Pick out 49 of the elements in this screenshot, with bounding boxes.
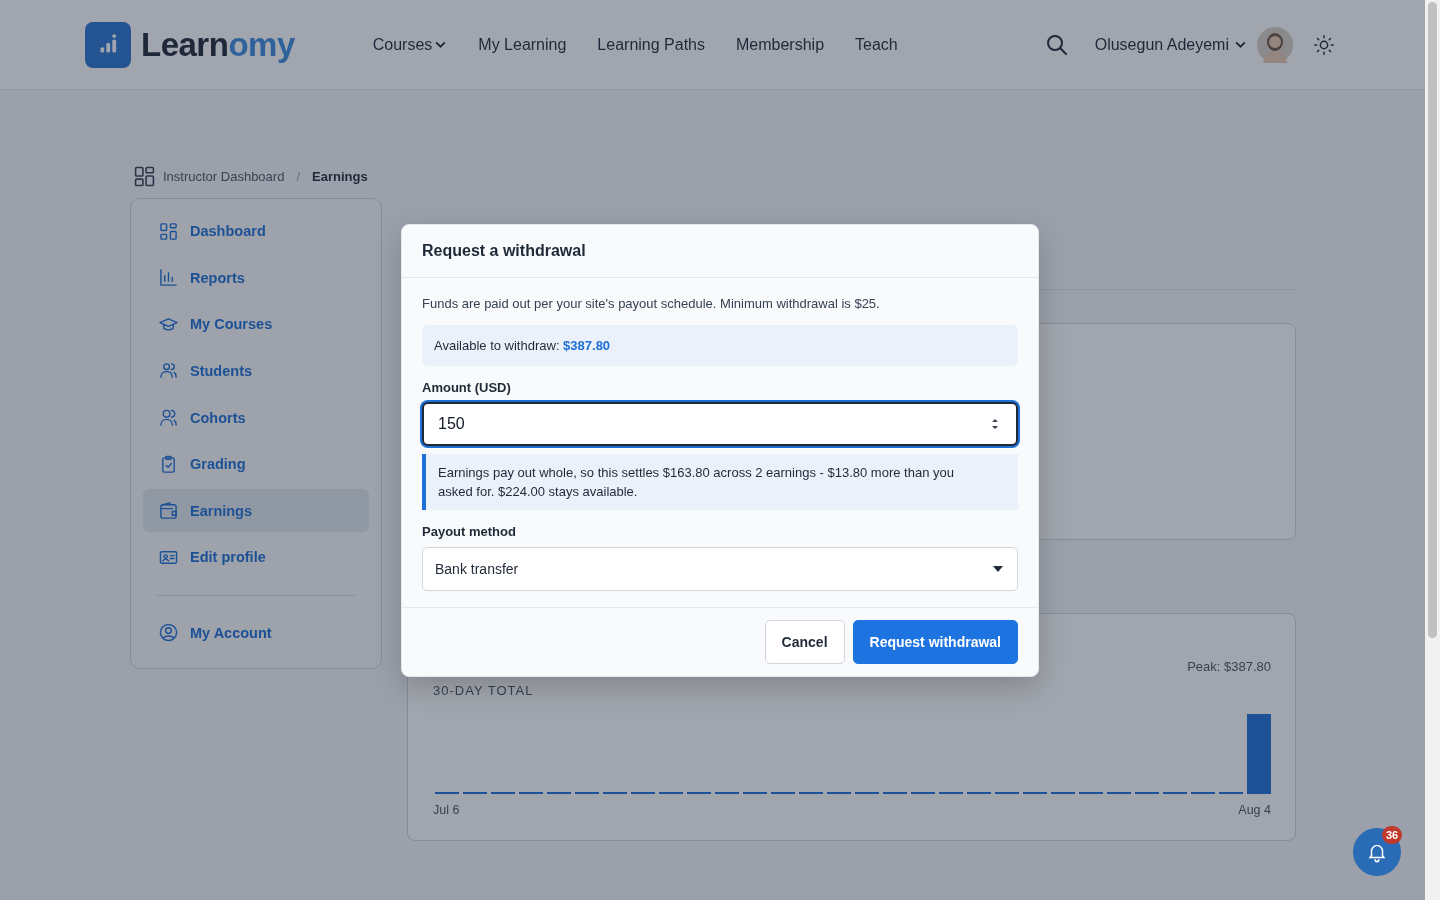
spinner-icon[interactable] — [990, 416, 1000, 432]
bar-chart-icon — [159, 268, 178, 288]
amount-input[interactable]: 150 — [422, 402, 1018, 446]
sidebar-item[interactable]: Dashboard — [143, 210, 369, 253]
breadcrumb-separator: / — [296, 168, 301, 184]
search-icon[interactable] — [1044, 32, 1069, 57]
info-note: Earnings pay out whole, so this settles $163.80 across 2 earnings - $13.80 more than you asked for. $224.00 stays available. — [422, 454, 1018, 510]
sidebar-item[interactable]: Grading — [143, 442, 369, 486]
field-label: Payout method — [422, 524, 517, 539]
people-icon — [159, 361, 178, 381]
date-label: Aug 4 — [1238, 803, 1271, 817]
notification-count: 36 — [1382, 826, 1402, 844]
sidebar-item[interactable]: Students — [143, 349, 369, 393]
clipboard-icon — [159, 454, 178, 474]
sidebar-item[interactable]: My Courses — [143, 303, 369, 346]
date-label: Jul 6 — [433, 803, 460, 817]
caret-icon — [993, 566, 1003, 572]
sidebar-item[interactable]: My Account — [143, 611, 369, 655]
people-icon — [159, 408, 178, 428]
notification-button[interactable] — [1353, 828, 1401, 876]
avatar-icon[interactable] — [1257, 26, 1293, 63]
nav-link[interactable]: Courses — [372, 35, 448, 54]
wallet-icon — [159, 501, 178, 521]
sun-icon[interactable] — [1313, 33, 1335, 56]
logo-text[interactable]: Learnomy — [141, 25, 295, 64]
sidebar-item[interactable]: Reports — [143, 256, 369, 300]
user-menu[interactable]: Olusegun Adeyemi — [1094, 35, 1247, 54]
breadcrumb-link[interactable]: Earnings — [312, 168, 368, 184]
dialog-title: Request a withdrawal — [422, 242, 586, 260]
sidebar-item[interactable]: Edit profile — [143, 535, 369, 579]
available-balance: Available to withdraw: $387.80 — [422, 325, 1018, 366]
sidebar-item[interactable]: Cohorts — [143, 396, 369, 439]
user-circle-icon — [159, 623, 178, 643]
payout-method-select[interactable]: Bank transfer — [422, 547, 1018, 591]
breadcrumb-link[interactable]: Instructor Dashboard — [163, 168, 285, 184]
peak-label: Peak: $387.80 — [1187, 659, 1271, 674]
cancel-button[interactable]: Cancel — [764, 620, 845, 664]
grid-icon — [134, 165, 155, 187]
field-label: Amount (USD) — [422, 380, 512, 395]
scrollbar[interactable] — [1425, 0, 1440, 900]
grid-icon — [159, 221, 178, 241]
submit-button[interactable]: Request withdrawal — [852, 620, 1018, 664]
nav-link[interactable]: My Learning — [478, 35, 567, 54]
dialog-description: Funds are paid out per your site's payout schedule. Minimum withdrawal is $25. — [422, 296, 881, 311]
nav-link[interactable]: Learning Paths — [597, 35, 705, 54]
logo-icon[interactable] — [85, 21, 131, 68]
total-label: 30-DAY TOTAL — [433, 683, 534, 698]
nav-link[interactable]: Teach — [855, 35, 898, 54]
nav-link[interactable]: Membership — [736, 35, 825, 54]
